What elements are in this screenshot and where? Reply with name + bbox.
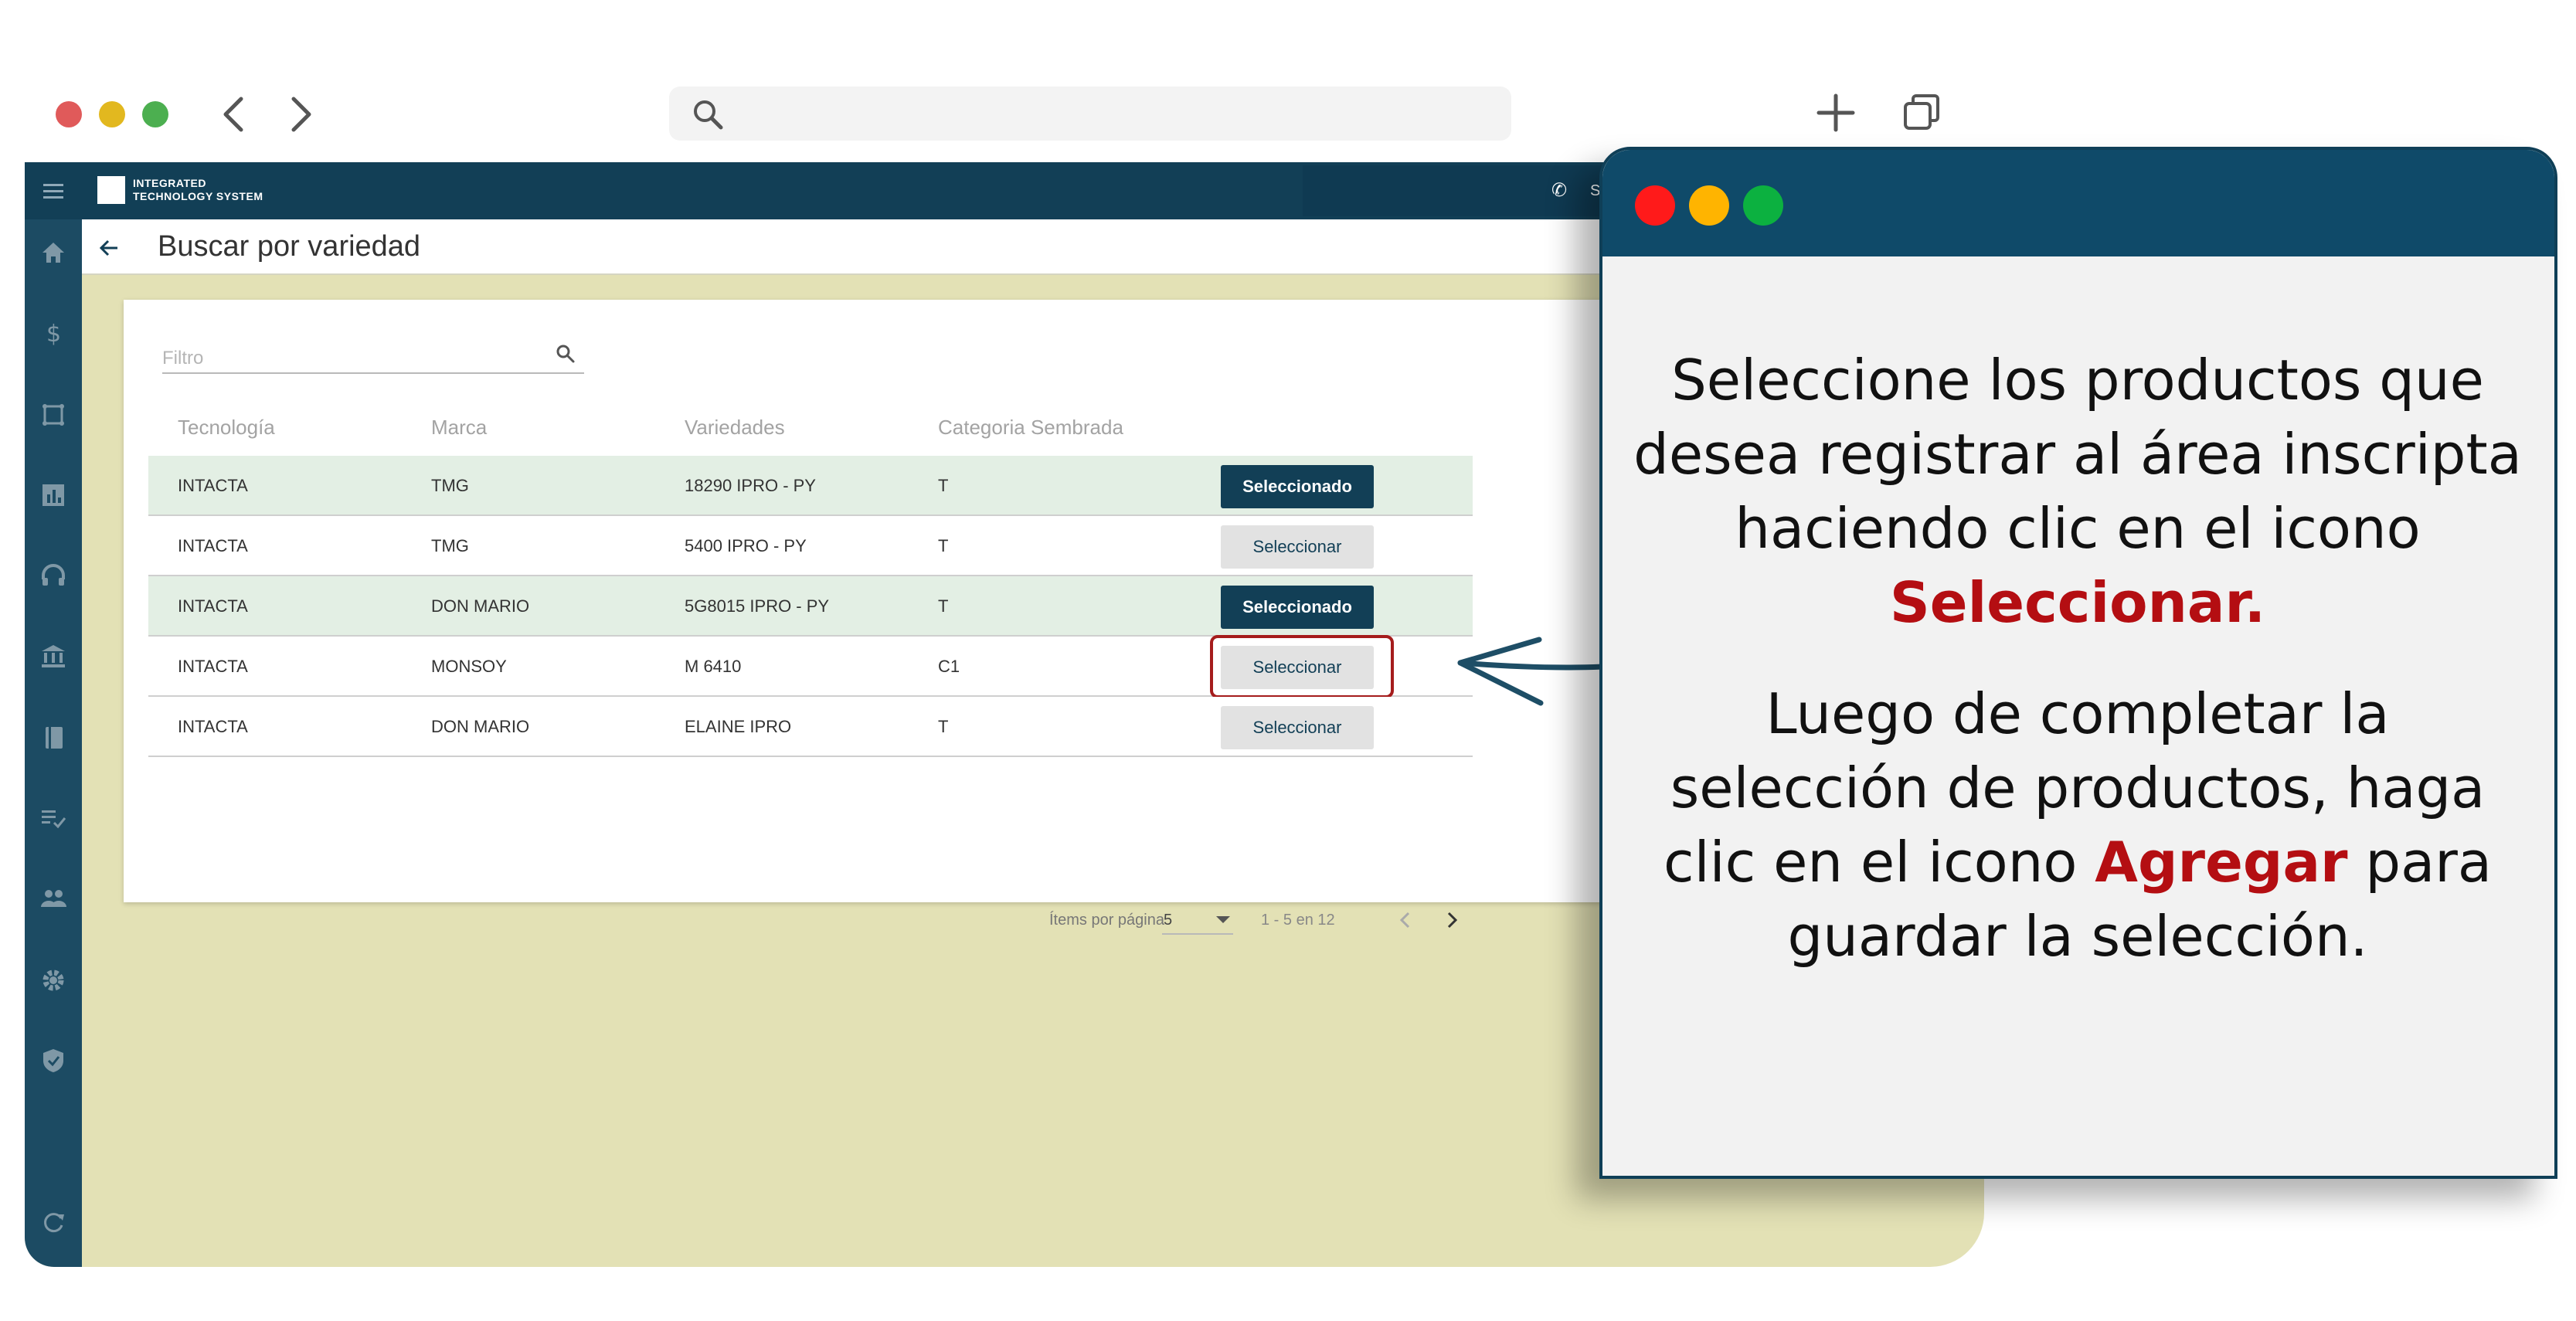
cell-marca: DON MARIO: [431, 596, 530, 616]
cell-categoria: T: [938, 536, 949, 555]
items-per-page-label: Ítems por página: [1049, 912, 1164, 929]
brand-line-2: TECHNOLOGY SYSTEM: [133, 190, 263, 202]
select-button[interactable]: Seleccionar: [1221, 706, 1374, 749]
cell-variedad: M 6410: [685, 657, 742, 676]
area-select-icon[interactable]: [39, 400, 68, 430]
brand-line-1: INTEGRATED: [133, 177, 206, 189]
varieties-table: Tecnología Marca Variedades Categoria Se…: [148, 392, 1473, 935]
brand: INTEGRATED TECHNOLOGY SYSTEM: [97, 176, 263, 204]
bank-icon[interactable]: [39, 641, 68, 671]
cell-marca: DON MARIO: [431, 717, 530, 736]
cell-variedad: ELAINE IPRO: [685, 717, 792, 736]
selected-button[interactable]: Seleccionado: [1221, 465, 1374, 508]
bar-chart-icon[interactable]: [39, 481, 68, 510]
forward-arrow-icon[interactable]: [277, 91, 323, 138]
table-row: INTACTA TMG 18290 IPRO - PY T Selecciona…: [148, 456, 1473, 516]
callout-close-dot: [1635, 185, 1675, 226]
column-header-categoria: Categoria Sembrada: [938, 416, 1123, 439]
home-icon[interactable]: [39, 238, 68, 267]
filter-input[interactable]: [162, 348, 533, 369]
page-size-value: 5: [1164, 912, 1173, 929]
column-header-variedades: Variedades: [685, 416, 785, 439]
cell-marca: MONSOY: [431, 657, 507, 676]
svg-text:$: $: [46, 321, 61, 348]
refresh-icon[interactable]: [39, 1208, 68, 1238]
cell-tecnologia: INTACTA: [178, 476, 248, 495]
select-button[interactable]: Seleccionar: [1221, 646, 1374, 689]
column-header-marca: Marca: [431, 416, 488, 439]
table-row: INTACTA DON MARIO ELAINE IPRO T Seleccio…: [148, 697, 1473, 757]
callout-maximize-dot: [1743, 185, 1783, 226]
cell-categoria: T: [938, 596, 949, 616]
callout-p2-highlight: Agregar: [2095, 830, 2348, 895]
column-header-tecnologia: Tecnología: [178, 416, 275, 439]
back-arrow-icon[interactable]: [212, 91, 258, 138]
shield-icon[interactable]: [39, 1046, 68, 1075]
instruction-callout: Seleccione los productos que desea regis…: [1599, 147, 2557, 1179]
callout-p1-text: Seleccione los productos que desea regis…: [1633, 348, 2522, 561]
select-button[interactable]: Seleccionar: [1221, 525, 1374, 569]
cell-marca: TMG: [431, 536, 469, 555]
cell-categoria: T: [938, 476, 949, 495]
chevron-right-icon[interactable]: [1439, 907, 1465, 933]
callout-title-bar: [1602, 150, 2554, 256]
table-row: INTACTA MONSOY M 6410 C1 Seleccionar: [148, 635, 1473, 698]
book-icon[interactable]: [39, 723, 68, 752]
tabs-overview-icon[interactable]: [1899, 90, 1946, 136]
table-row: INTACTA TMG 5400 IPRO - PY T Seleccionar: [148, 516, 1473, 576]
window-close-dot[interactable]: [56, 101, 82, 127]
cell-marca: TMG: [431, 476, 469, 495]
callout-minimize-dot: [1689, 185, 1729, 226]
page-size-select[interactable]: 5: [1162, 905, 1233, 935]
cell-categoria: C1: [938, 657, 960, 676]
cell-variedad: 5G8015 IPRO - PY: [685, 596, 830, 616]
sidebar: $: [25, 219, 82, 1267]
page-range: 1 - 5 en 12: [1261, 912, 1335, 929]
chevron-down-icon: [1216, 916, 1230, 923]
callout-paragraph-1: Seleccione los productos que desea regis…: [1633, 343, 2522, 640]
search-icon: [556, 345, 575, 363]
filter-field: [162, 332, 584, 374]
cell-categoria: T: [938, 717, 949, 736]
hamburger-menu-icon[interactable]: [42, 179, 65, 202]
table-header: Tecnología Marca Variedades Categoria Se…: [148, 392, 1473, 456]
cell-tecnologia: INTACTA: [178, 657, 248, 676]
cell-variedad: 18290 IPRO - PY: [685, 476, 816, 495]
phone-icon: ✆: [1551, 180, 1568, 201]
dollar-icon[interactable]: $: [39, 318, 68, 348]
table-row: INTACTA DON MARIO 5G8015 IPRO - PY T Sel…: [148, 576, 1473, 637]
cell-tecnologia: INTACTA: [178, 596, 248, 616]
selected-button[interactable]: Seleccionado: [1221, 586, 1374, 629]
cell-tecnologia: INTACTA: [178, 717, 248, 736]
search-icon: [694, 100, 723, 130]
people-icon[interactable]: [39, 884, 68, 913]
back-icon[interactable]: [97, 236, 121, 260]
chevron-left-icon[interactable]: [1392, 907, 1419, 933]
cell-tecnologia: INTACTA: [178, 536, 248, 555]
address-bar[interactable]: [669, 87, 1511, 141]
paginator: Ítems por página 5 1 - 5 en 12: [148, 902, 1473, 941]
page-title: Buscar por variedad: [158, 230, 421, 263]
window-minimize-dot[interactable]: [99, 101, 125, 127]
checklist-icon[interactable]: [39, 803, 68, 833]
headset-icon[interactable]: [39, 561, 68, 590]
cell-variedad: 5400 IPRO - PY: [685, 536, 807, 555]
callout-paragraph-2: Luego de completar la selección de produ…: [1633, 677, 2522, 973]
gear-icon[interactable]: [39, 966, 68, 995]
brand-logo-icon: [97, 176, 125, 204]
window-maximize-dot[interactable]: [142, 101, 168, 127]
new-tab-plus-icon[interactable]: [1813, 90, 1859, 136]
callout-p1-highlight: Seleccionar.: [1889, 570, 2266, 635]
